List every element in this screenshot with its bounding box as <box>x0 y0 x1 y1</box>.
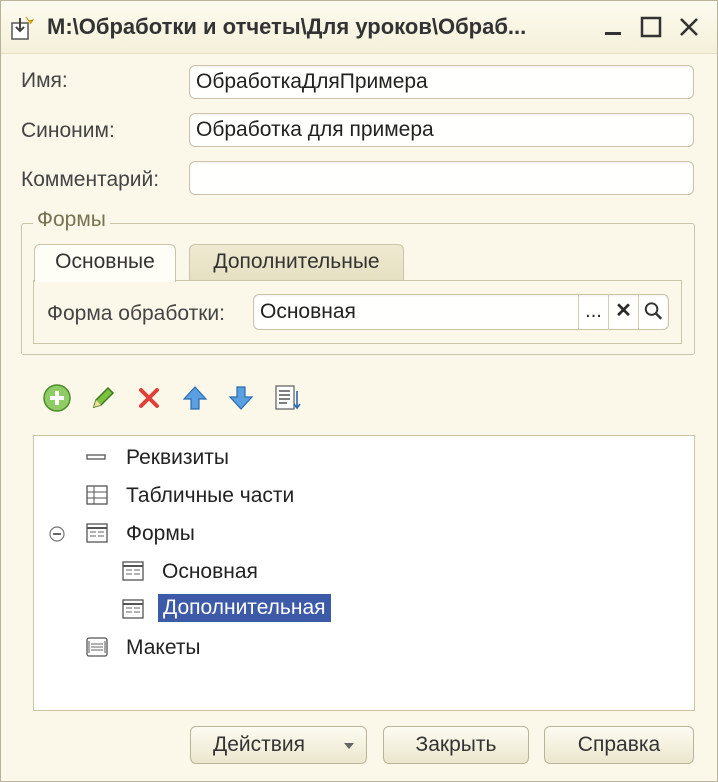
tree-item-templates[interactable]: Макеты <box>126 636 201 660</box>
processing-icon <box>11 16 35 40</box>
sort-list-icon[interactable] <box>272 383 302 413</box>
structure-tree[interactable]: Реквизиты Табличные части Формы Основная <box>33 435 695 711</box>
form-processing-label: Форма обработки: <box>47 302 225 325</box>
name-label: Имя: <box>21 69 68 92</box>
close-icon[interactable] <box>675 13 703 41</box>
help-button[interactable]: Справка <box>544 726 694 764</box>
tree-item-forms[interactable]: Формы <box>126 522 195 546</box>
tree-item-form-main[interactable]: Основная <box>162 560 258 584</box>
table-parts-icon <box>86 485 108 505</box>
move-up-icon[interactable] <box>180 383 210 413</box>
form-processing-value: Основная <box>260 300 356 323</box>
attributes-icon <box>86 454 106 460</box>
minimize-icon[interactable] <box>599 13 627 41</box>
search-icon[interactable] <box>638 294 668 330</box>
edit-pencil-icon[interactable] <box>88 383 118 413</box>
comment-label: Комментарий: <box>21 168 160 191</box>
templates-icon <box>86 637 108 657</box>
tab-main[interactable]: Основные <box>34 244 176 282</box>
chevron-down-icon <box>344 743 354 749</box>
add-icon[interactable] <box>42 383 72 413</box>
select-button[interactable]: ... <box>578 294 608 330</box>
clear-button[interactable]: ✕ <box>608 294 638 330</box>
close-button[interactable]: Закрыть <box>383 726 529 764</box>
tree-item-attributes[interactable]: Реквизиты <box>126 446 229 470</box>
comment-field[interactable] <box>189 161 694 195</box>
maximize-icon[interactable] <box>637 13 665 41</box>
synonym-field[interactable]: Обработка для примера <box>189 113 694 147</box>
collapse-icon[interactable] <box>46 523 68 545</box>
forms-group-title: Формы <box>33 208 110 232</box>
form-icon <box>122 561 144 581</box>
tree-item-table-parts[interactable]: Табличные части <box>126 484 294 508</box>
delete-icon[interactable] <box>134 383 164 413</box>
title-bar[interactable]: М:\Обработки и отчеты\Для уроков\Обраб..… <box>1 1 717 54</box>
forms-icon <box>86 523 108 543</box>
processing-editor-window: М:\Обработки и отчеты\Для уроков\Обраб..… <box>0 0 718 782</box>
synonym-label: Синоним: <box>21 119 115 142</box>
actions-button[interactable]: Действия <box>190 726 367 764</box>
move-down-icon[interactable] <box>226 383 256 413</box>
actions-button-label: Действия <box>213 733 306 756</box>
tab-additional[interactable]: Дополнительные <box>189 244 404 280</box>
window-title: М:\Обработки и отчеты\Для уроков\Обраб..… <box>47 14 527 39</box>
tree-item-form-additional[interactable]: Дополнительная <box>158 594 331 622</box>
form-icon <box>122 599 144 619</box>
name-field[interactable]: ОбработкаДляПримера <box>189 65 694 99</box>
